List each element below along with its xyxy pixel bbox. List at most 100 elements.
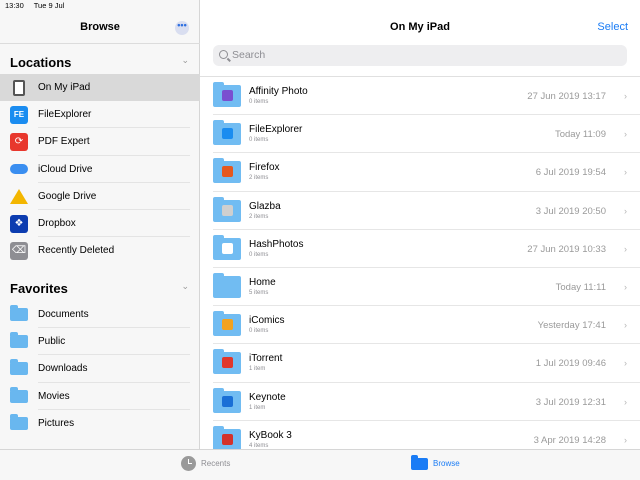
tab-bar: Recents Browse	[0, 449, 640, 480]
tab-browse[interactable]: Browse	[411, 455, 460, 470]
sidebar-item-on-my-ipad[interactable]: On My iPad	[0, 74, 200, 102]
favorites-list: Documents Public Downloads Movies Pictur…	[0, 301, 200, 437]
app-badge-icon	[222, 357, 233, 369]
select-button[interactable]: Select	[597, 21, 628, 33]
sidebar-item-label: Movies	[38, 390, 70, 402]
file-date: 27 Jun 2019 10:33	[527, 243, 606, 255]
ipad-icon	[10, 79, 28, 97]
chevron-right-icon: ›	[624, 434, 627, 445]
file-item-count: 5 items	[249, 289, 269, 296]
sidebar-item-label: On My iPad	[38, 82, 91, 94]
sidebar-header: Browse •••	[0, 12, 200, 44]
app-badge-icon	[222, 319, 233, 331]
sidebar-item-movies[interactable]: Movies	[0, 383, 200, 410]
file-name: Keynote	[249, 391, 286, 403]
file-name: Glazba	[249, 200, 281, 212]
sidebar-item-label: Documents	[38, 309, 89, 321]
file-date: 3 Jul 2019 20:50	[535, 205, 606, 217]
chevron-down-icon[interactable]: ⌄	[181, 281, 189, 292]
file-row[interactable]: HashPhotos 0 items 27 Jun 2019 10:33 ›	[200, 230, 640, 268]
file-item-count: 2 items	[249, 213, 269, 220]
chevron-right-icon: ›	[624, 320, 627, 331]
icloud-icon	[10, 160, 28, 178]
sidebar-item-label: Dropbox	[38, 218, 76, 230]
file-row[interactable]: Firefox 2 items 6 Jul 2019 19:54 ›	[200, 153, 640, 192]
file-date: Yesterday 17:41	[537, 320, 606, 332]
file-row[interactable]: FileExplorer 0 items Today 11:09 ›	[200, 115, 640, 154]
file-item-count: 1 item	[249, 404, 266, 411]
sidebar-item-pdf-expert[interactable]: ⟳ PDF Expert	[0, 128, 200, 156]
app-badge-icon	[222, 204, 233, 216]
file-date: Today 11:11	[555, 281, 606, 293]
folder-icon	[213, 272, 241, 298]
file-row[interactable]: Glazba 2 items 3 Jul 2019 20:50 ›	[200, 192, 640, 230]
tab-recents[interactable]: Recents	[181, 456, 230, 471]
favorites-section-header[interactable]: Favorites ⌄	[0, 274, 200, 300]
folder-icon	[213, 425, 241, 451]
sidebar-item-label: Recently Deleted	[38, 245, 115, 257]
app-badge-icon	[222, 128, 233, 140]
file-item-count: 0 items	[249, 137, 269, 144]
trash-icon: ⌫	[10, 241, 28, 260]
file-name: HashPhotos	[249, 238, 304, 250]
chevron-down-icon[interactable]: ⌄	[181, 55, 189, 66]
app-badge-icon	[222, 166, 233, 178]
file-row[interactable]: Affinity Photo 0 items 27 Jun 2019 13:17 ›	[200, 77, 640, 116]
file-name: iTorrent	[249, 353, 283, 365]
locations-list: On My iPad FE FileExplorer ⟳ PDF Expert …	[0, 74, 200, 264]
folder-icon	[411, 455, 428, 470]
status-time: 13:30	[5, 1, 24, 10]
sidebar-item-label: Public	[38, 336, 66, 348]
file-name: Firefox	[249, 162, 280, 174]
file-row[interactable]: iTorrent 1 item 1 Jul 2019 09:46 ›	[200, 344, 640, 383]
file-date: Today 11:09	[554, 129, 606, 141]
tab-browse-label: Browse	[433, 458, 460, 468]
main-pane: On My iPad Select Search Affinity Photo 0…	[200, 0, 640, 459]
sidebar-item-icloud-drive[interactable]: iCloud Drive	[0, 156, 200, 183]
more-options-button[interactable]: •••	[175, 21, 189, 35]
folder-icon	[213, 387, 241, 413]
folder-icon	[213, 196, 241, 222]
app-badge-icon	[222, 90, 233, 101]
sidebar-item-pictures[interactable]: Pictures	[0, 410, 200, 437]
file-name: FileExplorer	[249, 124, 303, 136]
chevron-right-icon: ›	[624, 281, 627, 292]
sidebar-item-label: Pictures	[38, 417, 75, 429]
folder-icon	[213, 120, 241, 146]
file-name: Home	[249, 276, 276, 288]
chevron-right-icon: ›	[624, 243, 627, 254]
sidebar-item-label: Google Drive	[38, 190, 97, 202]
file-date: 6 Jul 2019 19:54	[535, 167, 606, 179]
file-row[interactable]: iComics 0 items Yesterday 17:41 ›	[200, 306, 640, 345]
search-icon	[219, 50, 228, 59]
sidebar-item-label: Downloads	[38, 363, 88, 375]
sidebar-item-google-drive[interactable]: Google Drive	[0, 183, 200, 210]
folder-icon	[213, 349, 241, 375]
file-name: Affinity Photo	[249, 86, 308, 97]
sidebar-item-fileexplorer[interactable]: FE FileExplorer	[0, 101, 200, 129]
file-row[interactable]: Home 5 items Today 11:11 ›	[200, 268, 640, 307]
locations-section-header[interactable]: Locations ⌄	[0, 48, 200, 74]
app-badge-icon	[222, 242, 233, 254]
search-input[interactable]: Search	[213, 45, 627, 66]
locations-label: Locations	[10, 55, 72, 70]
sidebar-item-downloads[interactable]: Downloads	[0, 355, 200, 383]
file-date: 3 Apr 2019 14:28	[533, 434, 606, 446]
file-name: KyBook 3	[249, 429, 292, 441]
chevron-right-icon: ›	[624, 129, 627, 140]
page-title: On My iPad	[390, 21, 450, 33]
app-badge-icon	[222, 395, 233, 407]
file-row[interactable]: Keynote 1 item 3 Jul 2019 12:31 ›	[200, 383, 640, 421]
sidebar-item-dropbox[interactable]: ❖ Dropbox	[0, 210, 200, 238]
folder-icon	[10, 359, 28, 378]
sidebar-item-documents[interactable]: Documents	[0, 301, 200, 329]
folder-icon	[213, 82, 241, 107]
file-date: 27 Jun 2019 13:17	[527, 91, 606, 102]
sidebar-item-recently-deleted[interactable]: ⌫ Recently Deleted	[0, 237, 200, 264]
app-badge-icon	[222, 433, 233, 445]
sidebar-item-public[interactable]: Public	[0, 328, 200, 356]
chevron-right-icon: ›	[624, 91, 627, 101]
sidebar: Browse ••• Locations ⌄ On My iPad FE Fil…	[0, 0, 200, 449]
status-date: Tue 9 Jul	[33, 1, 65, 10]
folder-icon	[213, 158, 241, 184]
